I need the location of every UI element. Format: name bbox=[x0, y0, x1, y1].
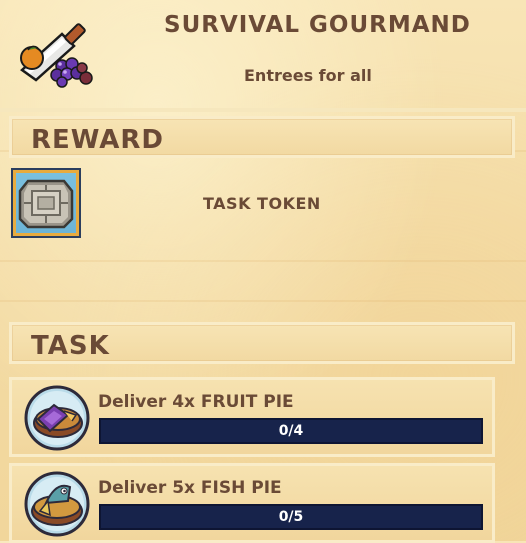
task-progress-bar: 0/4 bbox=[99, 418, 483, 444]
fruit-pie-icon bbox=[24, 385, 90, 451]
task-progress-text: 0/5 bbox=[278, 509, 304, 525]
task-section-header: TASK bbox=[9, 322, 515, 364]
reward-item-name: TASK TOKEN bbox=[203, 194, 321, 213]
task-item-fish-pie[interactable]: Deliver 5x FISH PIE 0/5 bbox=[9, 463, 495, 543]
quest-title: SURVIVAL GOURMAND bbox=[164, 12, 471, 38]
fish-pie-icon bbox=[24, 471, 90, 537]
reward-section-header: REWARD bbox=[9, 116, 515, 158]
quest-subtitle: Entrees for all bbox=[244, 66, 372, 85]
quest-header: SURVIVAL GOURMAND Entrees for all bbox=[0, 0, 526, 112]
task-progress-text: 0/4 bbox=[278, 423, 304, 439]
task-label: Deliver 4x FRUIT PIE bbox=[98, 392, 294, 412]
task-header-label: TASK bbox=[31, 331, 110, 361]
task-token-icon bbox=[16, 173, 76, 233]
task-item-fruit-pie[interactable]: Deliver 4x FRUIT PIE 0/4 bbox=[9, 377, 495, 457]
parchment-texture bbox=[0, 260, 526, 262]
task-progress-bar: 0/5 bbox=[99, 504, 483, 530]
task-label: Deliver 5x FISH PIE bbox=[98, 478, 282, 498]
cleaver-fruit-icon bbox=[14, 20, 96, 90]
reward-header-label: REWARD bbox=[31, 125, 165, 155]
parchment-texture bbox=[0, 300, 526, 302]
reward-item-slot[interactable] bbox=[11, 168, 81, 238]
